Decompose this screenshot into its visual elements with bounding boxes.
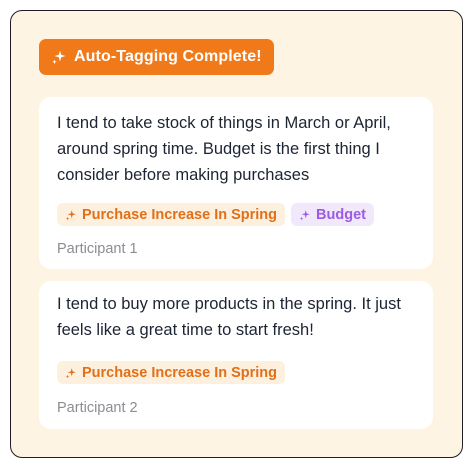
participant-label: Participant 1 [57,241,138,257]
tag-list: Purchase Increase In Spring [57,361,286,384]
quote-card: I tend to buy more products in the sprin… [39,281,433,429]
quote-text: I tend to take stock of things in March … [57,114,391,184]
tag-chip[interactable]: Purchase Increase In Spring [57,203,286,226]
tag-label: Budget [316,206,366,223]
tag-chip[interactable]: Purchase Increase In Spring [57,361,286,384]
tag-label: Purchase Increase In Spring [82,364,278,381]
tag-chip[interactable]: Budget [291,203,374,226]
tag-label: Purchase Increase In Spring [82,206,278,223]
auto-tagging-panel: Auto-Tagging Complete! I tend to take st… [10,10,463,458]
quote-card: I tend to take stock of things in March … [39,97,433,269]
auto-tagging-complete-badge: Auto-Tagging Complete! [39,39,274,75]
sparkle-icon [65,367,76,378]
sparkle-icon [65,209,76,220]
sparkle-icon [299,209,310,220]
sparkle-icon [52,50,66,65]
participant-label: Participant 2 [57,400,138,416]
tag-list: Purchase Increase In Spring Budget [57,203,374,226]
badge-label: Auto-Tagging Complete! [74,48,262,65]
quote-text: I tend to buy more products in the sprin… [57,295,401,339]
